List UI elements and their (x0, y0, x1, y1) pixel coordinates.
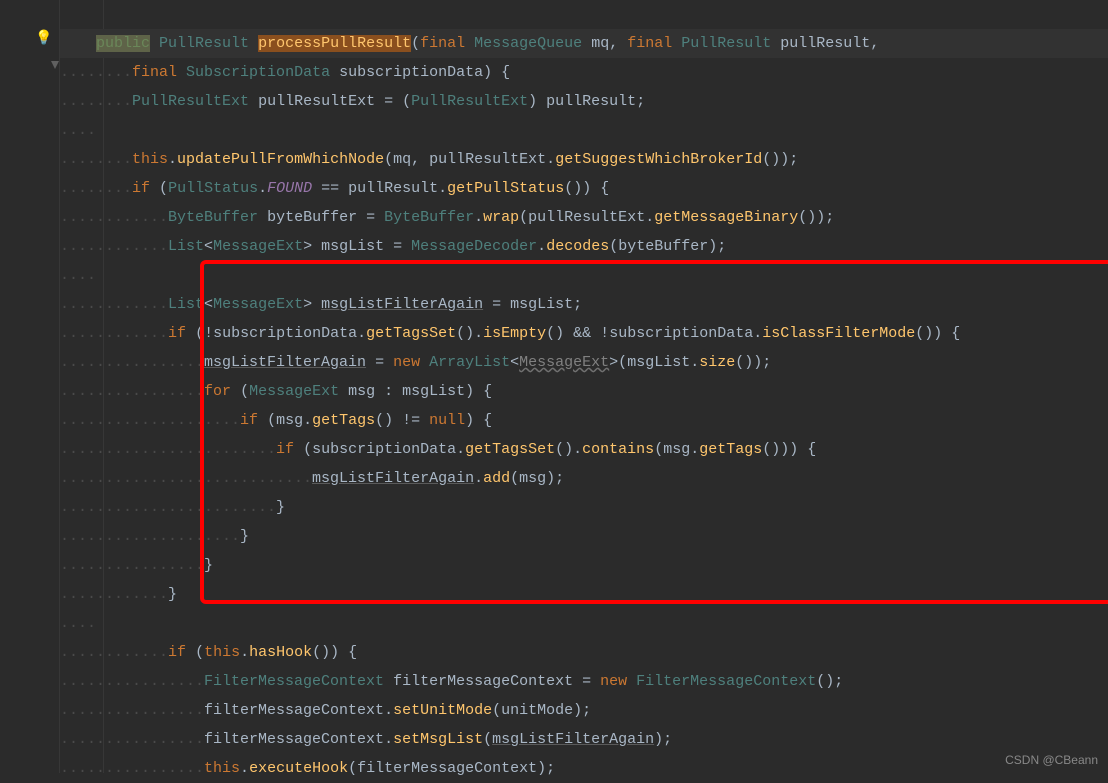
fold-icon[interactable] (50, 60, 60, 70)
code-line: ........................} (60, 493, 1108, 522)
code-line: ............................msgListFilte… (60, 464, 1108, 493)
code-editor[interactable]: 💡 public PullResult processPullResult(fi… (0, 0, 1108, 773)
code-line: ................FilterMessageContext fil… (60, 667, 1108, 696)
code-line: ............List<MessageExt> msgList = M… (60, 232, 1108, 261)
lightbulb-icon[interactable]: 💡 (35, 30, 52, 47)
code-line: ............List<MessageExt> msgListFilt… (60, 290, 1108, 319)
code-line: ........................if (subscription… (60, 435, 1108, 464)
code-line: ........this.updatePullFromWhichNode(mq,… (60, 145, 1108, 174)
code-line: ........if (PullStatus.FOUND == pullResu… (60, 174, 1108, 203)
code-line: ................filterMessageContext.set… (60, 696, 1108, 725)
code-line: ................} (60, 551, 1108, 580)
code-line: ............if (!subscriptionData.getTag… (60, 319, 1108, 348)
code-line: ........final SubscriptionData subscript… (60, 58, 1108, 87)
code-line: ................filterMessageContext.set… (60, 725, 1108, 754)
code-line: ............ByteBuffer byteBuffer = Byte… (60, 203, 1108, 232)
code-line (60, 0, 1108, 29)
code-line: ....................if (msg.getTags() !=… (60, 406, 1108, 435)
gutter: 💡 (0, 0, 60, 773)
code-line: ............} (60, 580, 1108, 609)
code-line: ........PullResultExt pullResultExt = (P… (60, 87, 1108, 116)
code-line: ............if (this.hasHook()) { (60, 638, 1108, 667)
code-line: ................msgListFilterAgain = new… (60, 348, 1108, 377)
code-line: .... (60, 609, 1108, 638)
code-line: .... (60, 116, 1108, 145)
code-line: ................this.executeHook(filterM… (60, 754, 1108, 783)
code-line: ....................} (60, 522, 1108, 551)
code-line: ................for (MessageExt msg : ms… (60, 377, 1108, 406)
code-line: .... (60, 261, 1108, 290)
watermark: CSDN @CBeann (1005, 753, 1098, 767)
code-line: public PullResult processPullResult(fina… (60, 29, 1108, 58)
code-area[interactable]: public PullResult processPullResult(fina… (60, 0, 1108, 773)
